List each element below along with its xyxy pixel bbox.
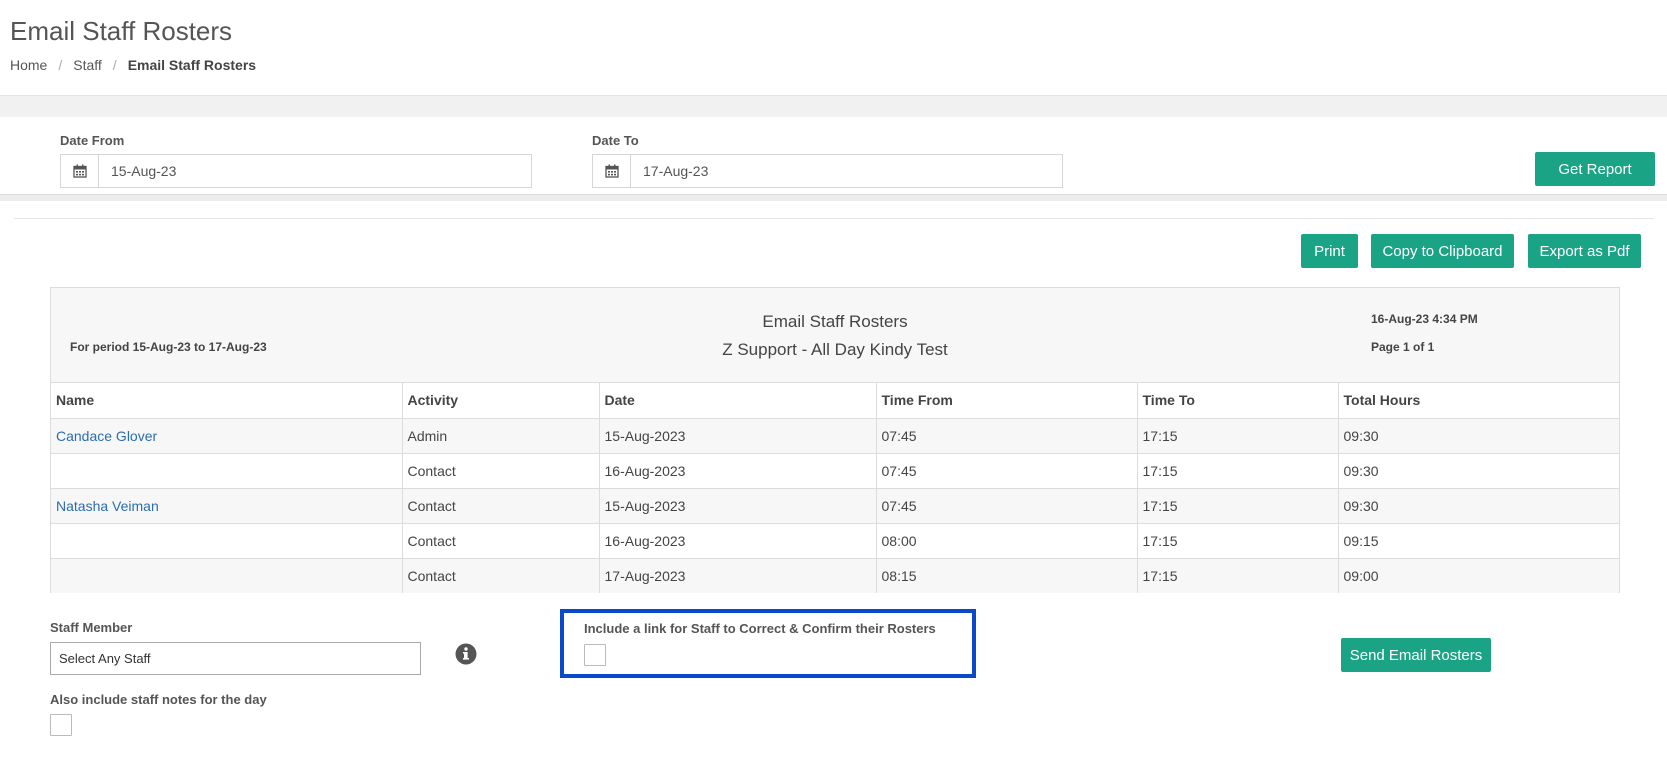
breadcrumb: Home / Staff / Email Staff Rosters (10, 57, 256, 73)
report-page-info: Page 1 of 1 (1371, 340, 1435, 354)
cell-activity: Contact (402, 558, 600, 593)
cell-activity: Admin (402, 418, 600, 454)
cell-date: 15-Aug-2023 (599, 488, 877, 524)
cell-time-to: 17:15 (1137, 453, 1339, 489)
breadcrumb-staff[interactable]: Staff (73, 57, 102, 73)
column-header-name[interactable]: Name (51, 383, 403, 419)
table-row: Contact 17-Aug-2023 08:15 17:15 09:00 (51, 558, 1619, 593)
staff-member-select[interactable]: Select Any Staff (50, 642, 421, 675)
breadcrumb-separator: / (112, 57, 117, 73)
cell-activity: Contact (402, 488, 600, 524)
cell-date: 16-Aug-2023 (599, 453, 877, 489)
staff-notes-label: Also include staff notes for the day (50, 692, 267, 707)
cell-total-hours: 09:15 (1338, 523, 1619, 559)
cell-name: Natasha Veiman (51, 488, 403, 524)
date-to-label: Date To (592, 133, 639, 148)
cell-time-to: 17:15 (1137, 523, 1339, 559)
cell-activity: Contact (402, 453, 600, 489)
breadcrumb-current: Email Staff Rosters (127, 57, 257, 73)
cell-time-from: 08:15 (876, 558, 1138, 593)
cell-time-from: 07:45 (876, 453, 1138, 489)
staff-notes-checkbox[interactable] (50, 714, 72, 736)
get-report-button[interactable]: Get Report (1535, 152, 1655, 186)
date-from-label: Date From (60, 133, 125, 148)
copy-to-clipboard-button[interactable]: Copy to Clipboard (1371, 234, 1514, 268)
report-header: For period 15-Aug-23 to 17-Aug-23 Email … (51, 288, 1619, 383)
column-header-total-hours[interactable]: Total Hours (1338, 383, 1619, 419)
staff-name-link[interactable]: Natasha Veiman (56, 498, 159, 514)
cell-time-to: 17:15 (1137, 488, 1339, 524)
date-to-input[interactable] (631, 155, 1062, 187)
cell-name (51, 558, 403, 593)
cell-time-from: 07:45 (876, 418, 1138, 454)
date-from-group (60, 154, 532, 188)
calendar-icon[interactable] (593, 155, 631, 187)
cell-total-hours: 09:30 (1338, 418, 1619, 454)
date-to-group (592, 154, 1063, 188)
breadcrumb-home[interactable]: Home (10, 57, 47, 73)
column-header-time-from[interactable]: Time From (876, 383, 1138, 419)
column-header-date[interactable]: Date (599, 383, 877, 419)
cell-time-from: 08:00 (876, 523, 1138, 559)
filter-panel: Date From Date To (0, 117, 1667, 194)
correct-link-checkbox[interactable] (584, 644, 606, 666)
header-divider-band (0, 95, 1667, 117)
cell-total-hours: 09:30 (1338, 453, 1619, 489)
cell-date: 15-Aug-2023 (599, 418, 877, 454)
filter-panel-bottom-border (0, 194, 1667, 201)
staff-name-link[interactable]: Candace Glover (56, 428, 157, 444)
info-icon[interactable] (455, 643, 477, 665)
cell-activity: Contact (402, 523, 600, 559)
cell-name (51, 523, 403, 559)
column-header-activity[interactable]: Activity (402, 383, 600, 419)
staff-member-label: Staff Member (50, 620, 133, 635)
cell-date: 17-Aug-2023 (599, 558, 877, 593)
correct-link-label: Include a link for Staff to Correct & Co… (584, 621, 936, 636)
cell-date: 16-Aug-2023 (599, 523, 877, 559)
cell-total-hours: 09:30 (1338, 488, 1619, 524)
roster-table: Name Activity Date Time From Time To Tot… (51, 383, 1619, 593)
cell-name: Candace Glover (51, 418, 403, 454)
cell-name (51, 453, 403, 489)
send-email-rosters-button[interactable]: Send Email Rosters (1341, 638, 1491, 672)
table-row: Natasha Veiman Contact 15-Aug-2023 07:45… (51, 488, 1619, 524)
cell-total-hours: 09:00 (1338, 558, 1619, 593)
export-pdf-button[interactable]: Export as Pdf (1528, 234, 1641, 268)
breadcrumb-separator: / (58, 57, 63, 73)
table-row: Contact 16-Aug-2023 08:00 17:15 09:15 (51, 523, 1619, 559)
table-row: Contact 16-Aug-2023 07:45 17:15 09:30 (51, 453, 1619, 489)
page-title: Email Staff Rosters (10, 16, 233, 46)
date-from-input[interactable] (99, 155, 531, 187)
correct-link-option-highlight: Include a link for Staff to Correct & Co… (560, 609, 976, 678)
table-header-row: Name Activity Date Time From Time To Tot… (51, 383, 1619, 419)
cell-time-to: 17:15 (1137, 558, 1339, 593)
print-button[interactable]: Print (1301, 234, 1358, 268)
table-row: Candace Glover Admin 15-Aug-2023 07:45 1… (51, 418, 1619, 454)
report-generated-time: 16-Aug-23 4:34 PM (1371, 312, 1478, 326)
column-header-time-to[interactable]: Time To (1137, 383, 1339, 419)
report-panel: For period 15-Aug-23 to 17-Aug-23 Email … (50, 287, 1620, 593)
cell-time-from: 07:45 (876, 488, 1138, 524)
calendar-icon[interactable] (61, 155, 99, 187)
divider (14, 218, 1654, 219)
cell-time-to: 17:15 (1137, 418, 1339, 454)
